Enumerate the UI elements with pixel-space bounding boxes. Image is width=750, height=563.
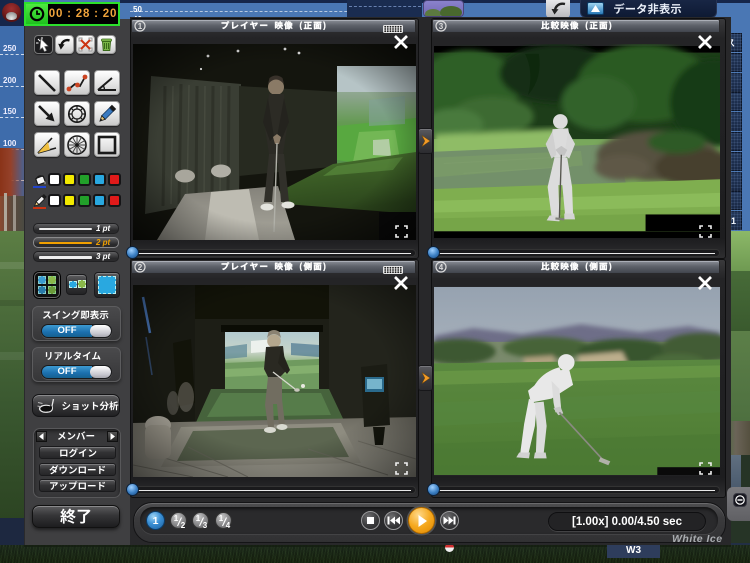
svg-text:1: 1	[138, 22, 143, 31]
svg-text:2: 2	[181, 521, 186, 529]
svg-text:2: 2	[138, 263, 143, 272]
svg-text:1: 1	[174, 514, 179, 523]
svg-text:1: 1	[196, 514, 201, 523]
svg-text:3: 3	[203, 521, 208, 529]
svg-text:3: 3	[439, 22, 444, 31]
svg-text:4: 4	[226, 521, 231, 529]
svg-text:1: 1	[219, 514, 224, 523]
svg-text:4: 4	[439, 263, 444, 272]
